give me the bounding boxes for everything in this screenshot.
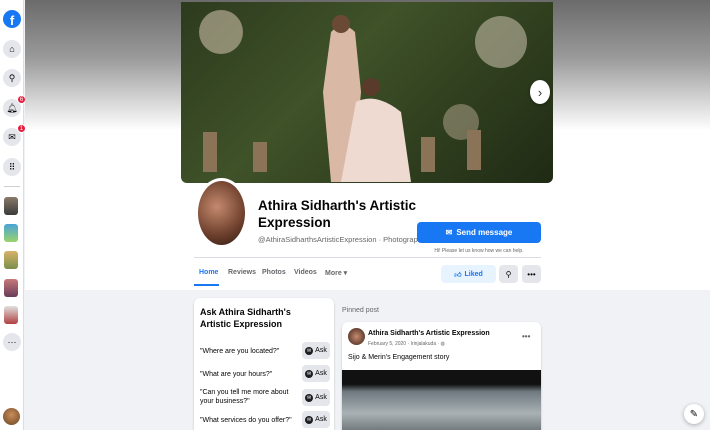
edit-icon: ✎ — [689, 408, 699, 420]
post-author-avatar[interactable] — [348, 328, 365, 345]
ask-button-label: Ask — [315, 370, 327, 377]
ask-card-title: Ask Athira Sidharth's Artistic Expressio… — [200, 307, 291, 329]
more-options-button[interactable]: ••• — [522, 265, 541, 283]
pinned-post: Athira Sidharth's Artistic Expression Fe… — [342, 322, 541, 430]
cover-illustration — [199, 10, 527, 182]
post-date[interactable]: February 5, 2020 · Irinjalakuda · — [368, 341, 439, 347]
cover-photo[interactable] — [181, 2, 553, 183]
post-author[interactable]: Athira Sidharth's Artistic Expression — [368, 330, 490, 337]
ask-card: Ask Athira Sidharth's Artistic Expressio… — [194, 298, 334, 430]
search-page-button[interactable]: ⚲ — [499, 265, 518, 283]
search-icon: ⚲ — [505, 269, 512, 279]
cover-next-button[interactable]: › — [530, 80, 550, 104]
tab-videos[interactable]: Videos — [294, 269, 317, 276]
ask-question: "What are your hours?" — [200, 371, 273, 378]
ask-question: "What services do you offer?" — [200, 417, 292, 424]
shortcut-thumbnail[interactable] — [4, 279, 18, 297]
tab-photos[interactable]: Photos — [262, 269, 286, 276]
ask-button[interactable]: ✉ Ask — [302, 411, 330, 428]
send-message-button[interactable]: ✉ Send message — [417, 222, 541, 243]
tab-more[interactable]: More ▾ — [325, 269, 347, 277]
pinned-post-label: Pinned post — [342, 307, 379, 314]
messenger-icon: ✉ — [305, 415, 314, 424]
tab-reviews[interactable]: Reviews — [228, 269, 256, 276]
shortcut-thumbnail[interactable] — [4, 251, 18, 269]
ask-button[interactable]: ✉ Ask — [302, 389, 330, 406]
ask-button[interactable]: ✉ Ask — [302, 342, 330, 359]
page-title: Athira Sidharth's Artistic Expression — [258, 198, 416, 230]
facebook-logo[interactable]: f — [3, 10, 21, 28]
page-subtitle: @AthiraSidharthsArtisticExpression · Pho… — [258, 235, 429, 244]
bell-icon[interactable]: 🔔︎ 6 — [3, 95, 26, 117]
post-more-button[interactable]: ••• — [522, 332, 530, 341]
left-rail: f ⌂ ⚲ 🔔︎ 6 ✉ 1 ⠿ ··· — [0, 0, 26, 430]
messenger-icon: ✉ — [445, 228, 453, 237]
globe-icon: ◍ — [440, 341, 445, 347]
ask-button[interactable]: ✉ Ask — [302, 365, 330, 382]
tabs-divider — [194, 257, 541, 258]
liked-button[interactable]: 👍︎ Liked — [441, 265, 496, 283]
ask-question: "Where are you located?" — [200, 348, 280, 355]
tab-home[interactable]: Home — [199, 269, 218, 276]
shortcut-thumbnail[interactable] — [4, 306, 18, 324]
ask-button-label: Ask — [315, 416, 327, 423]
reply-note: Hi! Please let us know how we can help. — [434, 248, 524, 254]
liked-label: Liked — [464, 270, 483, 278]
post-text: Sijo & Merin's Engagement story — [348, 354, 450, 361]
post-meta: February 5, 2020 · Irinjalakuda · ◍ — [368, 341, 445, 347]
messenger-icon: ✉ — [305, 346, 314, 355]
search-icon[interactable]: ⚲ — [3, 69, 21, 87]
ask-question: "Can you tell me more about your busines… — [200, 389, 289, 405]
ask-button-label: Ask — [315, 394, 327, 401]
rail-divider — [4, 186, 20, 187]
active-tab-indicator — [194, 284, 219, 286]
compose-message-button[interactable]: ✎ — [684, 404, 704, 424]
home-icon[interactable]: ⌂ — [3, 40, 21, 58]
send-message-label: Send message — [456, 228, 513, 237]
grid-menu-icon[interactable]: ⠿ — [3, 158, 21, 176]
shortcut-thumbnail[interactable] — [4, 224, 18, 242]
more-shortcuts-button[interactable]: ··· — [3, 333, 21, 351]
shortcut-thumbnail[interactable] — [4, 197, 18, 215]
post-media[interactable] — [342, 370, 541, 430]
messenger-icon: ✉ — [305, 369, 314, 378]
messenger-icon: ✉ — [305, 393, 314, 402]
ask-button-label: Ask — [315, 347, 327, 354]
page-avatar[interactable] — [195, 178, 248, 248]
more-icon: ••• — [527, 269, 536, 279]
messenger-icon[interactable]: ✉ 1 — [3, 124, 26, 146]
thumbs-up-icon: 👍︎ — [454, 271, 462, 279]
user-avatar[interactable] — [3, 408, 20, 425]
